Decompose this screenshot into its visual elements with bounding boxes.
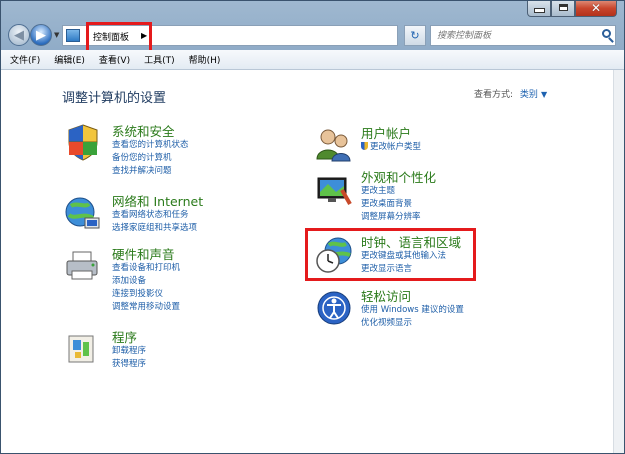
category-link[interactable]: 卸载程序 [112, 345, 146, 358]
back-button[interactable]: ◀ [8, 24, 30, 46]
clock-category-highlight [305, 228, 476, 281]
category-link[interactable]: 备份您的计算机 [112, 152, 189, 165]
category-link[interactable]: 添加设备 [112, 275, 180, 288]
category-link[interactable]: 查找并解决问题 [112, 165, 189, 178]
category-title[interactable]: 轻松访问 [361, 289, 464, 304]
display-icon [317, 177, 352, 205]
category-link[interactable]: 选择家庭组和共享选项 [112, 222, 203, 235]
category-title[interactable]: 外观和个性化 [361, 170, 436, 185]
vertical-scrollbar[interactable] [613, 70, 625, 454]
category-link[interactable]: 调整常用移动设置 [112, 301, 180, 314]
category-link-label: 更改帐户类型 [370, 142, 422, 152]
search-icon[interactable] [602, 29, 611, 38]
users-icon [316, 129, 351, 162]
globe-network-icon [65, 197, 100, 229]
category-link[interactable]: 查看网络状态和任务 [112, 209, 203, 222]
category-link[interactable]: 查看设备和打印机 [112, 262, 180, 275]
category-link[interactable]: 更改帐户类型 [361, 141, 421, 154]
category-ease-of-access: 轻松访问 使用 Windows 建议的设置 优化视频显示 [361, 289, 464, 330]
refresh-icon: ↻ [410, 29, 420, 42]
category-title[interactable]: 系统和安全 [112, 124, 189, 139]
programs-icon [68, 335, 94, 363]
search-box [430, 25, 616, 46]
forward-arrow-icon: ▶ [36, 27, 46, 43]
category-title[interactable]: 硬件和声音 [112, 247, 180, 262]
history-dropdown-icon[interactable]: ▼ [54, 31, 59, 39]
view-by-label: 查看方式: [474, 90, 514, 100]
category-network-internet: 网络和 Internet 查看网络状态和任务 选择家庭组和共享选项 [112, 194, 203, 235]
minimize-button[interactable] [527, 0, 551, 17]
forward-button[interactable]: ▶ [30, 24, 52, 46]
menu-help[interactable]: 帮助(H) [184, 53, 226, 66]
caption-buttons: ✕ [527, 0, 617, 18]
content-area: 调整计算机的设置 查看方式: 类别 ▼ 系统和安全 查看您的计算机状态 备份您的计… [1, 70, 613, 454]
category-link[interactable]: 调整屏幕分辨率 [361, 211, 436, 224]
ease-of-access-icon [317, 291, 351, 325]
category-user-accounts: 用户帐户 更改帐户类型 [361, 126, 421, 154]
category-link[interactable]: 更改主题 [361, 185, 436, 198]
menu-bar: 文件(F) 编辑(E) 查看(V) 工具(T) 帮助(H) [1, 50, 624, 70]
category-link[interactable]: 更改桌面背景 [361, 198, 436, 211]
navigation-bar: ◀ ▶ ▼ ▼ 控制面板 ▶ ↻ [0, 20, 625, 56]
category-link[interactable]: 优化视频显示 [361, 317, 464, 330]
view-by-caret-icon[interactable]: ▼ [541, 90, 547, 99]
search-input[interactable] [437, 28, 587, 43]
minimize-icon [533, 8, 545, 13]
uac-shield-icon [361, 142, 368, 150]
category-title[interactable]: 程序 [112, 330, 146, 345]
maximize-icon [558, 4, 568, 11]
refresh-button[interactable]: ↻ [404, 25, 426, 46]
back-arrow-icon: ◀ [14, 27, 24, 43]
category-link[interactable]: 使用 Windows 建议的设置 [361, 304, 464, 317]
category-link[interactable]: 查看您的计算机状态 [112, 139, 189, 152]
maximize-button[interactable] [551, 0, 575, 17]
category-title[interactable]: 用户帐户 [361, 126, 421, 141]
close-icon: ✕ [590, 0, 602, 15]
menu-file[interactable]: 文件(F) [5, 53, 45, 66]
page-title: 调整计算机的设置 [62, 91, 167, 106]
category-link[interactable]: 获得程序 [112, 358, 146, 371]
category-hardware-sound: 硬件和声音 查看设备和打印机 添加设备 连接到投影仪 调整常用移动设置 [112, 247, 180, 314]
menu-view[interactable]: 查看(V) [94, 53, 135, 66]
category-system-security: 系统和安全 查看您的计算机状态 备份您的计算机 查找并解决问题 [112, 124, 189, 178]
printer-icon [66, 251, 98, 280]
view-by: 查看方式: 类别 ▼ [474, 87, 547, 100]
control-panel-icon [66, 29, 80, 42]
control-panel-window: ✕ ◀ ▶ ▼ ▼ 控制面板 ▶ ↻ 文件(F) 编辑(E) 查看(V) 工具(… [0, 0, 625, 454]
category-title[interactable]: 网络和 Internet [112, 194, 203, 209]
menu-edit[interactable]: 编辑(E) [49, 53, 90, 66]
menu-tools[interactable]: 工具(T) [139, 53, 180, 66]
category-programs: 程序 卸载程序 获得程序 [112, 330, 146, 371]
category-appearance: 外观和个性化 更改主题 更改桌面背景 调整屏幕分辨率 [361, 170, 436, 224]
view-by-dropdown[interactable]: 类别 [520, 90, 538, 100]
close-button[interactable]: ✕ [575, 0, 617, 17]
shield-icon [68, 124, 98, 161]
category-link[interactable]: 连接到投影仪 [112, 288, 180, 301]
